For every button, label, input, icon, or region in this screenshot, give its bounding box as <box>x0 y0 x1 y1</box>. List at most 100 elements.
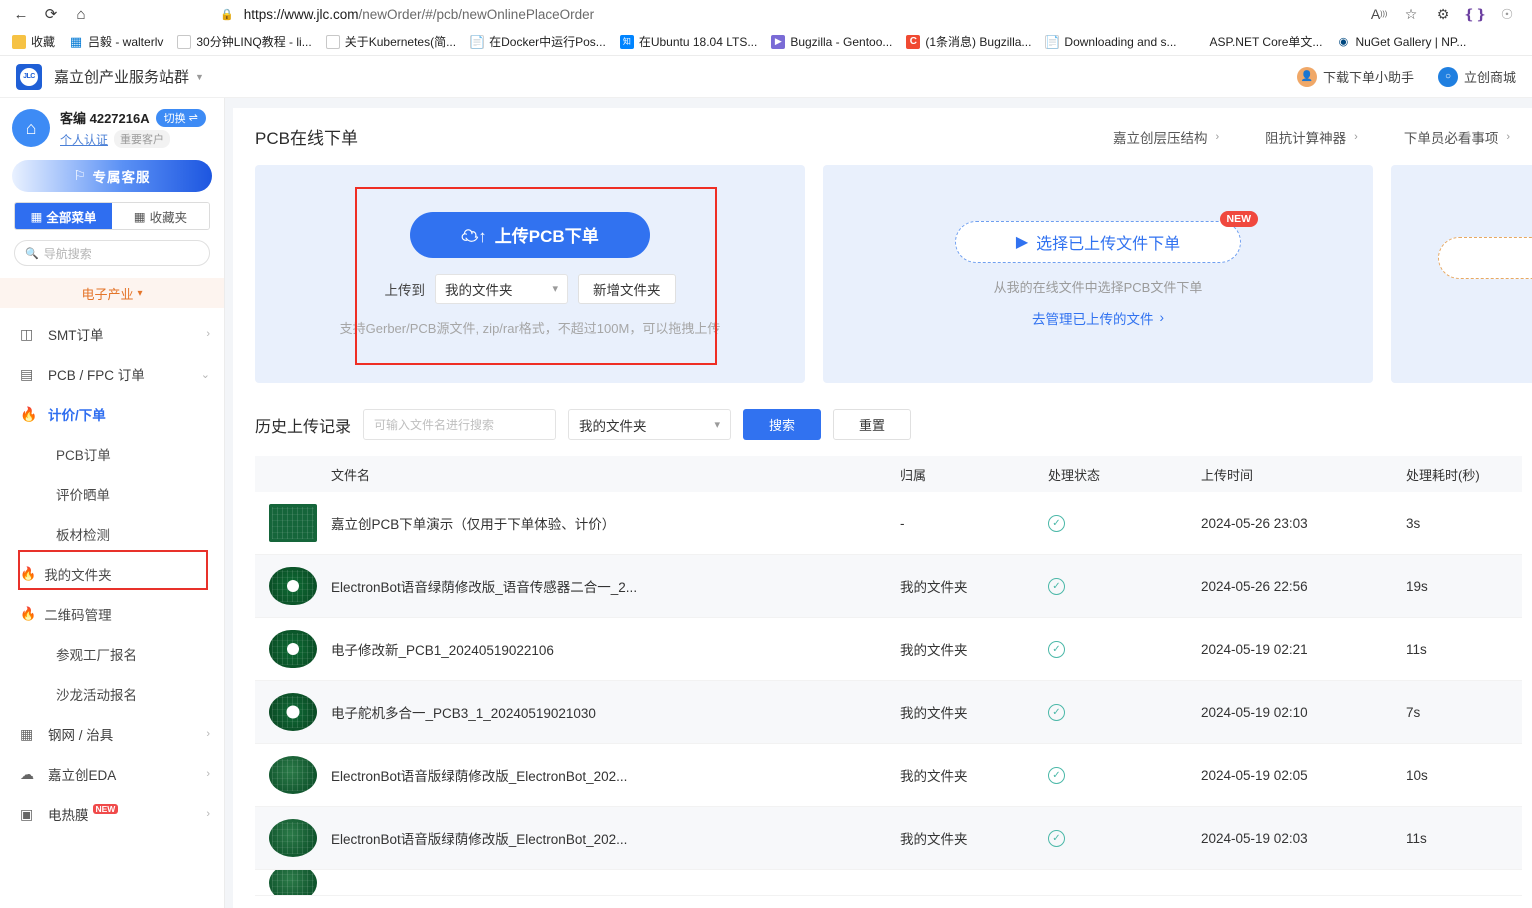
bookmark-item[interactable]: ASP.NET Core单文... <box>1185 31 1329 52</box>
download-assistant-link[interactable]: 👤 下载下单小助手 <box>1297 67 1414 87</box>
table-row[interactable]: 电子舵机多合一_PCB3_1_20240519021030 我的文件夹 ✓ 20… <box>255 681 1522 744</box>
bookmark-item[interactable]: 收藏 <box>6 31 61 52</box>
back-button[interactable]: ← <box>6 2 36 26</box>
manage-uploaded-link[interactable]: 去管理已上传的文件 › <box>1032 308 1164 328</box>
third-card-button[interactable] <box>1438 237 1532 279</box>
lock-icon: 🔒 <box>220 8 234 21</box>
link-label: 下单员必看事项 <box>1404 127 1499 147</box>
blank-icon <box>326 35 340 49</box>
bookmark-item[interactable]: ◉NuGet Gallery | NP... <box>1330 33 1472 51</box>
profile-icon[interactable]: ☉ <box>1494 2 1520 26</box>
table-row[interactable]: ElectronBot语音绿荫修改版_语音传感器二合一_2... 我的文件夹 ✓… <box>255 555 1522 618</box>
bookmark-label: 收藏 <box>31 33 55 50</box>
chevron-right-icon: › <box>206 808 210 820</box>
mall-link[interactable]: ○ 立创商城 <box>1438 67 1516 87</box>
jlc-logo-icon[interactable]: JLC <box>16 64 42 90</box>
bookmark-item[interactable]: ▦吕毅 - walterlv <box>63 31 169 52</box>
manage-uploaded-label: 去管理已上传的文件 <box>1032 308 1154 328</box>
sidebar-item-my-folder[interactable]: 🔥 我的文件夹 <box>0 554 224 594</box>
table-row[interactable]: ElectronBot语音版绿荫修改版_ElectronBot_202... 我… <box>255 807 1522 870</box>
reload-button[interactable]: ⟳ <box>36 2 66 26</box>
sidebar-item-heating-film[interactable]: ▣ 电热膜 NEW › <box>0 794 224 834</box>
bookmarks-bar: 收藏 ▦吕毅 - walterlv 30分钟LINQ教程 - li... 关于K… <box>0 28 1532 56</box>
sidebar-item-label: 嘉立创EDA <box>48 764 116 784</box>
table-row[interactable]: 电子修改新_PCB1_20240519022106 我的文件夹 ✓ 2024-0… <box>255 618 1522 681</box>
link-layer-structure[interactable]: 嘉立创层压结构 › <box>1113 127 1219 147</box>
table-row[interactable] <box>255 870 1522 896</box>
industry-group-selector[interactable]: 电子产业 ▾ <box>0 278 224 308</box>
bookmark-item[interactable]: 关于Kubernetes(简... <box>320 31 462 52</box>
cell-filename: ElectronBot语音版绿荫修改版_ElectronBot_202... <box>331 828 627 848</box>
table-row[interactable]: 嘉立创PCB下单演示（仅用于下单体验、计价） - ✓ 2024-05-26 23… <box>255 492 1522 555</box>
reset-button[interactable]: 重置 <box>833 409 911 440</box>
home-button[interactable]: ⌂ <box>66 2 96 26</box>
sidebar-item-label: 沙龙活动报名 <box>56 684 137 704</box>
upload-folder-select[interactable]: 我的文件夹 ▾ <box>435 274 568 304</box>
play-triangle-icon: ▶ <box>1016 232 1028 252</box>
bookmark-item[interactable]: 📄在Docker中运行Pos... <box>464 31 612 52</box>
cell-duration: 11s <box>1406 642 1522 657</box>
new-folder-button[interactable]: 新增文件夹 <box>578 274 676 304</box>
bookmark-item[interactable]: 30分钟LINQ教程 - li... <box>171 31 317 52</box>
sidebar-item-eda[interactable]: ☁ 嘉立创EDA › <box>0 754 224 794</box>
cell-duration: 7s <box>1406 705 1522 720</box>
box-icon: ◫ <box>20 326 40 343</box>
table-header-row: 文件名 归属 处理状态 上传时间 处理耗时(秒) <box>255 456 1522 492</box>
bookmark-label: Downloading and s... <box>1064 35 1176 49</box>
nav-search-input[interactable]: 🔍 导航搜索 <box>14 240 210 266</box>
upload-pcb-label: 上传PCB下单 <box>495 222 599 247</box>
column-header-duration: 处理耗时(秒) <box>1406 465 1522 484</box>
history-search-input[interactable] <box>363 409 556 440</box>
cell-filename: 嘉立创PCB下单演示（仅用于下单体验、计价） <box>331 513 615 533</box>
address-bar[interactable]: 🔒 https://www.jlc.com/newOrder/#/pcb/new… <box>100 2 1526 26</box>
bookmark-item[interactable]: ▶Bugzilla - Gentoo... <box>765 33 898 51</box>
select-uploaded-button[interactable]: ▶ 选择已上传文件下单 NEW <box>955 221 1241 263</box>
board-icon: ▤ <box>20 366 40 383</box>
sidebar-item-review[interactable]: 评价晒单 <box>0 474 224 514</box>
chevron-down-icon[interactable]: ▼ <box>195 72 204 82</box>
sidebar-item-stencil[interactable]: ▦ 钢网 / 治具 › <box>0 714 224 754</box>
cell-filename: ElectronBot语音版绿荫修改版_ElectronBot_202... <box>331 765 627 785</box>
sidebar-item-label: 评价晒单 <box>56 484 110 504</box>
sidebar-item-pricing-order[interactable]: 🔥 计价/下单 <box>0 394 224 434</box>
sidebar-item-pcb-order[interactable]: PCB订单 <box>0 434 224 474</box>
sidebar-item-factory-visit[interactable]: 参观工厂报名 <box>0 634 224 674</box>
sidebar-item-qrcode-manage[interactable]: 🔥 二维码管理 <box>0 594 224 634</box>
switch-account-button[interactable]: 切换⇌ <box>156 109 206 127</box>
sidebar-item-label: PCB订单 <box>56 444 111 464</box>
link-label: 阻抗计算神器 <box>1265 127 1346 147</box>
vip-service-button[interactable]: ⚐ 专属客服 <box>12 160 212 192</box>
cell-uploadtime: 2024-05-19 02:21 <box>1201 642 1406 657</box>
sidebar-item-pcb-fpc[interactable]: ▤ PCB / FPC 订单 ⌄ <box>0 354 224 394</box>
sidebar-item-material-test[interactable]: 板材检测 <box>0 514 224 554</box>
upload-pcb-button[interactable]: ☁↑ 上传PCB下单 <box>410 212 650 258</box>
favorite-star-icon[interactable]: ☆ <box>1398 2 1424 26</box>
search-button-label: 搜索 <box>769 415 795 434</box>
link-impedance-calc[interactable]: 阻抗计算神器 › <box>1265 127 1358 147</box>
table-row[interactable]: ElectronBot语音版绿荫修改版_ElectronBot_202... 我… <box>255 744 1522 807</box>
tab-all-menu[interactable]: ▦全部菜单 <box>15 203 112 229</box>
blank-icon <box>177 35 191 49</box>
avatar[interactable]: ⌂ <box>12 109 50 147</box>
search-button[interactable]: 搜索 <box>743 409 821 440</box>
personal-cert-link[interactable]: 个人认证 <box>60 131 108 148</box>
tab-all-menu-label: 全部菜单 <box>46 207 96 226</box>
read-aloud-icon[interactable]: A))) <box>1366 2 1392 26</box>
extension-icon[interactable]: ❴❵ <box>1462 2 1488 26</box>
gear-icon[interactable]: ⚙ <box>1430 2 1456 26</box>
sidebar-item-smt[interactable]: ◫ SMT订单 › <box>0 314 224 354</box>
bookmark-item[interactable]: 📄Downloading and s... <box>1039 33 1182 51</box>
cell-duration: 19s <box>1406 579 1522 594</box>
history-folder-select[interactable]: 我的文件夹 ▾ <box>568 409 731 440</box>
bookmark-item[interactable]: C(1条消息) Bugzilla... <box>900 31 1037 52</box>
history-filter-bar: 历史上传记录 我的文件夹 ▾ 搜索 重置 <box>255 409 1532 440</box>
sidebar-item-salon-signup[interactable]: 沙龙活动报名 <box>0 674 224 714</box>
bookmark-item[interactable]: 知在Ubuntu 18.04 LTS... <box>614 31 764 52</box>
sidebar-item-label: 计价/下单 <box>48 404 106 424</box>
chevron-right-icon: › <box>206 768 210 780</box>
bookmark-label: NuGet Gallery | NP... <box>1355 35 1466 49</box>
link-order-notes[interactable]: 下单员必看事项 › <box>1404 127 1510 147</box>
nav-list: ◫ SMT订单 › ▤ PCB / FPC 订单 ⌄ 🔥 计价/下单 PCB订单… <box>0 308 224 834</box>
pcb-thumbnail-icon <box>269 756 317 794</box>
tab-favorites[interactable]: ▦收藏夹 <box>112 203 209 229</box>
